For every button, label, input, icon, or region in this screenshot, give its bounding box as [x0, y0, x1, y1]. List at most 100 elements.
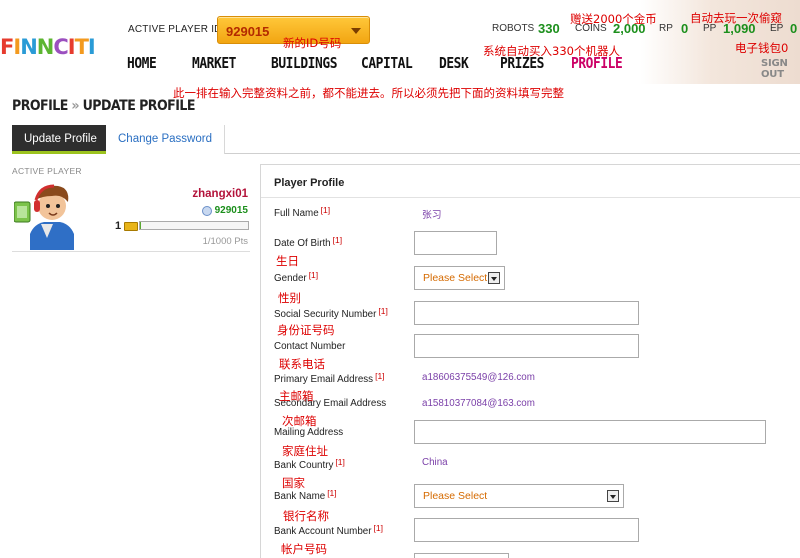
date-of-birth-label: Date Of Birth [1]: [274, 235, 342, 249]
annotation-country: 国家: [282, 476, 305, 490]
player-id-value: 929015: [226, 24, 270, 39]
bank-name-select[interactable]: Please Select: [414, 484, 624, 508]
financiti-logo[interactable]: F I N N C I T I: [0, 28, 96, 59]
bank-country-value: China: [422, 457, 448, 468]
ssn-label: Social Security Number [1]: [274, 306, 388, 320]
required-marker: [1]: [373, 523, 383, 533]
breadcrumb-parent[interactable]: PROFILE: [12, 98, 68, 114]
points-progress-bar: [139, 221, 249, 230]
ssn-label-text: Social Security Number: [274, 309, 377, 320]
breadcrumb: PROFILE» UPDATE PROFILE: [12, 98, 195, 114]
mailing-address-input[interactable]: [414, 420, 766, 444]
required-marker: [1]: [327, 488, 337, 498]
secondary-email-value: a15810377084@163.com: [422, 398, 535, 409]
nav-desk[interactable]: DESK: [439, 54, 469, 72]
annotation-primary-email: 主邮箱: [279, 389, 314, 403]
annotation-bank-name: 银行名称: [283, 509, 329, 523]
chevron-down-icon: [351, 28, 361, 34]
required-marker: [1]: [335, 457, 345, 467]
profile-tabs: Update Profile Change Password: [12, 125, 800, 154]
dropdown-arrow-icon: [607, 490, 619, 502]
form-divider: [261, 197, 800, 198]
player-id-number: 929015: [214, 205, 248, 216]
logo-letter: N: [36, 35, 55, 59]
next-field-input[interactable]: [414, 553, 509, 558]
logo-letter: I: [13, 35, 21, 59]
bank-account-label: Bank Account Number [1]: [274, 523, 383, 537]
robots-label: ROBOTS: [492, 23, 535, 34]
form-title: Player Profile: [274, 177, 345, 189]
ssn-input[interactable]: [414, 301, 639, 325]
robots-value: 330: [538, 21, 560, 36]
annotation-birthday: 生日: [276, 254, 299, 268]
annotation-phone: 联系电话: [279, 357, 325, 371]
points-progress-fill: [140, 222, 141, 229]
primary-email-label: Primary Email Address [1]: [274, 371, 385, 385]
annotation-robots-bought: 系统自动买入330个机器人: [483, 44, 620, 58]
gender-label-text: Gender: [274, 273, 307, 284]
player-username: zhangxi01: [192, 188, 248, 200]
bank-country-label: Bank Country [1]: [274, 457, 345, 471]
ep-value: 0: [790, 21, 798, 36]
bank-name-label-text: Bank Name: [274, 491, 326, 502]
sign-out-link[interactable]: SIGN OUT: [761, 58, 800, 80]
annotation-gender: 性别: [278, 291, 301, 305]
dropdown-arrow-icon: [488, 272, 500, 284]
primary-email-label-text: Primary Email Address: [274, 374, 374, 385]
player-avatar: [14, 184, 74, 250]
player-profile-form: Player Profile Full Name [1] 张习 Date Of B…: [260, 164, 800, 558]
contact-number-label: Contact Number: [274, 341, 346, 352]
tab-change-password[interactable]: Change Password: [106, 125, 225, 154]
rp-value: 0: [681, 21, 689, 36]
breadcrumb-separator: »: [71, 98, 80, 114]
gender-select[interactable]: Please Select: [414, 266, 505, 290]
annotation-bonus-coins: 赠送2000个金币: [570, 12, 657, 26]
bank-country-label-text: Bank Country: [274, 460, 334, 471]
required-marker: [1]: [320, 205, 331, 215]
gender-label: Gender [1]: [274, 270, 319, 284]
player-level-number: 1: [115, 220, 122, 232]
nav-capital[interactable]: CAPITAL: [361, 54, 413, 72]
player-points: 1/1000 Pts: [202, 236, 248, 247]
logo-letter: F: [0, 35, 14, 59]
player-level: 1: [115, 220, 139, 232]
annotation-secondary-email: 次邮箱: [282, 414, 317, 428]
bank-name-select-value: Please Select: [423, 490, 488, 502]
annotation-auto-steal: 自动去玩一次偷窥: [690, 11, 782, 25]
id-coin-icon: [201, 205, 212, 216]
player-id-badge: 929015: [201, 205, 248, 216]
annotation-id-number: 身份证号码: [277, 323, 335, 337]
annotation-instruction: 此一排在输入完整资料之前，都不能进去。所以必须先把下面的资料填写完整: [173, 86, 564, 100]
crown-icon: [124, 221, 139, 231]
bank-account-input[interactable]: [414, 518, 639, 542]
required-marker: [1]: [308, 270, 319, 280]
contact-number-input[interactable]: [414, 334, 639, 358]
annotation-wallet: 电子钱包0: [735, 41, 789, 55]
nav-market[interactable]: MARKET: [192, 54, 236, 72]
site-header: F I N N C I T I ACTIVE PLAYER ID 929015 …: [0, 0, 800, 84]
logo-letter: I: [67, 35, 76, 59]
gender-select-value: Please Select: [423, 272, 488, 284]
full-name-label: Full Name [1]: [274, 205, 331, 219]
player-id-label: ACTIVE PLAYER ID: [128, 24, 222, 35]
annotation-account-number: 帐户号码: [281, 542, 327, 556]
annotation-new-id: 新的ID号码: [283, 36, 342, 50]
primary-email-value: a18606375549@126.com: [422, 372, 535, 383]
date-of-birth-input[interactable]: [414, 231, 497, 255]
full-name-value: 张习: [422, 210, 442, 221]
logo-letter: C: [53, 35, 68, 59]
nav-buildings[interactable]: BUILDINGS: [271, 54, 337, 72]
logo-letter: T: [74, 35, 89, 59]
required-marker: [1]: [375, 371, 385, 381]
rp-label: RP: [659, 23, 673, 34]
logo-letter: I: [87, 35, 96, 59]
active-player-label: ACTIVE PLAYER: [12, 166, 82, 176]
required-marker: [1]: [378, 306, 388, 316]
logo-letter: N: [20, 35, 38, 59]
annotation-home-address: 家庭住址: [282, 444, 328, 458]
active-player-panel: ACTIVE PLAYER zhangxi01 929015 1 1/1000 …: [12, 162, 250, 252]
bank-account-label-text: Bank Account Number: [274, 526, 372, 537]
nav-home[interactable]: HOME: [127, 54, 157, 72]
tab-update-profile[interactable]: Update Profile: [12, 125, 109, 154]
full-name-label-text: Full Name: [274, 208, 319, 219]
